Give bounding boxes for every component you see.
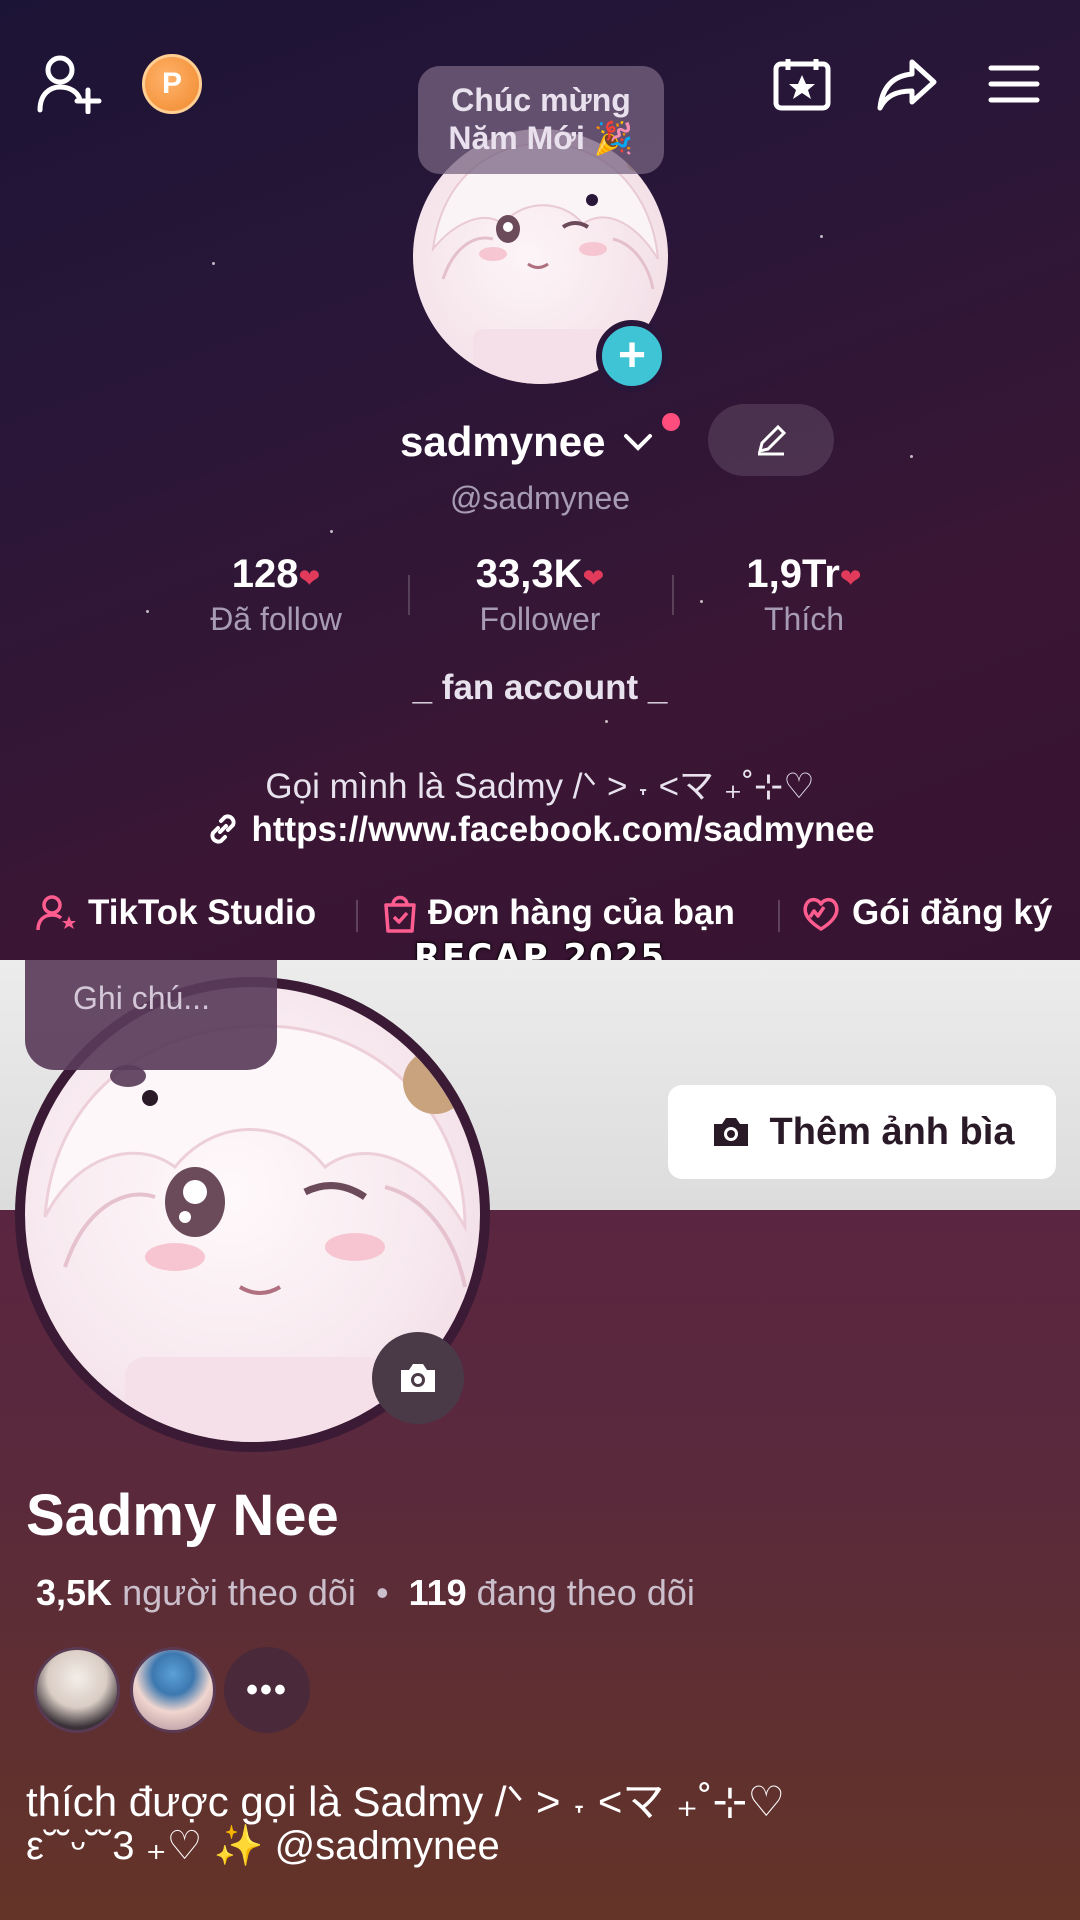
share-icon[interactable]	[876, 58, 938, 112]
star-decoration	[910, 455, 913, 458]
calendar-star-icon[interactable]	[772, 56, 832, 112]
notification-dot	[662, 413, 680, 431]
bio-line-1: thích được gọi là Sadmy /ᐠ > ˕ <マ ₊˚⊹♡	[26, 1778, 786, 1825]
heart-icon: ❤	[839, 563, 862, 593]
add-friend-icon[interactable]	[36, 52, 102, 114]
tool-label: TikTok Studio	[88, 893, 317, 932]
user-handle: @sadmynee	[449, 480, 631, 516]
followers-count: 33,3K	[475, 552, 583, 596]
shopping-bag-icon	[384, 895, 416, 933]
following-label[interactable]: đang theo dõi	[477, 1572, 695, 1613]
stat-followers[interactable]: 33,3K❤ Follower	[410, 552, 670, 638]
stat-likes[interactable]: 1,9Tr❤ Thích	[674, 552, 934, 638]
orders-button[interactable]: Đơn hàng của bạn	[382, 893, 735, 933]
person-star-icon	[36, 895, 76, 931]
followers-label[interactable]: người theo dõi	[122, 1572, 356, 1613]
followers-label: Follower	[479, 601, 601, 637]
bubble-line-2: Năm Mới 🎉	[448, 120, 634, 156]
star-decoration	[820, 235, 823, 238]
tiktok-profile-section: P Chúc mừng Năm Mới 🎉 + sadmynee @sadmyn…	[0, 0, 1080, 960]
coin-letter: P	[161, 67, 182, 100]
add-cover-label: Thêm ảnh bìa	[769, 1110, 1015, 1153]
heart-icon: ❤	[298, 563, 321, 593]
likes-count: 1,9Tr	[746, 552, 840, 596]
bubble-line-1: Chúc mừng	[451, 82, 631, 118]
edit-profile-button[interactable]	[708, 404, 834, 476]
menu-icon[interactable]	[988, 64, 1040, 104]
subscription-button[interactable]: Gói đăng ký	[800, 893, 1052, 933]
following-count[interactable]: 119	[409, 1572, 467, 1613]
chevron-down-icon	[624, 434, 653, 451]
star-decoration	[605, 720, 608, 723]
note-placeholder: Ghi chú...	[73, 980, 210, 1016]
camera-icon	[401, 1364, 435, 1392]
pencil-icon	[757, 424, 787, 456]
link-icon	[210, 814, 237, 844]
tool-label: Đơn hàng của bạn	[428, 893, 735, 932]
heart-icon: ❤	[582, 563, 605, 593]
link-text: https://www.facebook.com/sadmynee	[251, 810, 875, 849]
username[interactable]: sadmynee	[400, 418, 653, 466]
bubble-tail-dot	[586, 194, 598, 206]
recap-overlay-title: RECAP 2025	[413, 937, 667, 960]
star-decoration	[330, 530, 333, 533]
likes-label: Thích	[763, 601, 845, 637]
facebook-profile-section: Thêm ảnh bìa Ghi chú... Sadmy Nee 3,5K n…	[0, 960, 1080, 1920]
new-year-note-bubble[interactable]: Chúc mừng Năm Mới 🎉	[418, 66, 664, 174]
more-friends-button[interactable]: •••	[224, 1647, 310, 1733]
tool-label: Gói đăng ký	[852, 893, 1053, 932]
fan-account-label: _ fan account _	[412, 668, 668, 707]
note-bubble[interactable]: Ghi chú...	[25, 960, 277, 1070]
change-avatar-button[interactable]	[372, 1332, 464, 1424]
stat-following[interactable]: 128❤ Đã follow	[146, 552, 406, 638]
following-count: 128	[231, 552, 299, 596]
coin-icon[interactable]: P	[142, 54, 202, 114]
friend-avatar[interactable]	[130, 1647, 216, 1733]
tiktok-studio-button[interactable]: TikTok Studio	[36, 893, 316, 933]
profile-bio: Gọi mình là Sadmy /ᐠ > ˕ <マ ₊˚⊹♡	[265, 767, 815, 806]
following-label: Đã follow	[210, 601, 342, 637]
bubble-tail	[110, 1065, 146, 1087]
divider	[356, 900, 358, 932]
add-cover-photo-button[interactable]: Thêm ảnh bìa	[668, 1085, 1056, 1179]
bio-line-2: ε˘˘ᵕ˘˘3 ₊♡ ✨ @sadmynee	[26, 1824, 500, 1868]
camera-icon	[713, 1118, 748, 1146]
add-story-button[interactable]: +	[596, 320, 668, 392]
follow-summary: 3,5K người theo dõi • 119 đang theo dõi	[36, 1572, 695, 1614]
heart-star-icon	[803, 897, 839, 931]
friend-avatar[interactable]	[34, 1647, 120, 1733]
profile-link[interactable]: https://www.facebook.com/sadmynee	[0, 810, 1080, 850]
followers-count[interactable]: 3,5K	[36, 1572, 112, 1613]
bubble-tail-dot	[142, 1090, 158, 1106]
profile-name: Sadmy Nee	[26, 1483, 339, 1548]
username-text: sadmynee	[400, 418, 606, 465]
star-decoration	[212, 262, 215, 265]
separator-dot: •	[375, 1572, 389, 1613]
divider	[778, 900, 780, 932]
